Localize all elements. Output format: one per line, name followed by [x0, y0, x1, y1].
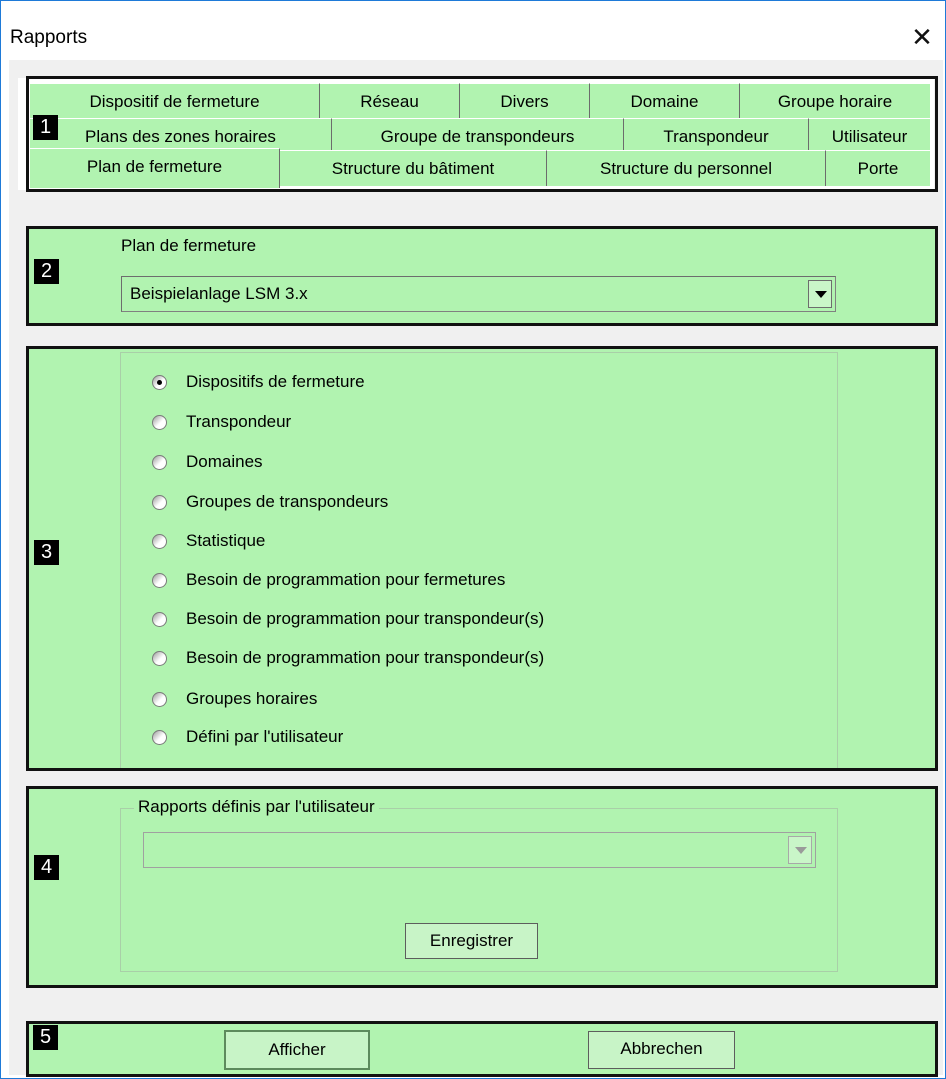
- callout-number-3: 3: [34, 540, 59, 565]
- callout-number-4: 4: [34, 855, 59, 880]
- callout-frame-1: [26, 76, 938, 192]
- radio-icon[interactable]: [152, 612, 167, 627]
- close-icon[interactable]: ✕: [899, 18, 945, 56]
- window-title: Rapports: [10, 27, 88, 48]
- radio-label: Domaines: [186, 452, 263, 471]
- chevron-down-icon[interactable]: [788, 836, 812, 864]
- radio-icon[interactable]: [152, 730, 167, 745]
- closing-plan-value: Beispielanlage LSM 3.x: [130, 284, 308, 303]
- radio-icon[interactable]: [152, 534, 167, 549]
- chevron-down-icon[interactable]: [808, 280, 832, 308]
- radio-label: Besoin de programmation pour transpondeu…: [186, 609, 545, 628]
- radio-selected-icon[interactable]: [152, 375, 167, 390]
- radio-label: Besoin de programmation pour transpondeu…: [186, 648, 545, 667]
- user-reports-select[interactable]: [143, 832, 816, 868]
- radio-icon[interactable]: [152, 573, 167, 588]
- show-button[interactable]: Afficher: [224, 1030, 370, 1070]
- radio-label: Statistique: [186, 531, 266, 550]
- radio-icon[interactable]: [152, 495, 167, 510]
- callout-number-5: 5: [33, 1025, 58, 1050]
- title-bar: Rapports ✕: [1, 1, 945, 61]
- radio-icon[interactable]: [152, 651, 167, 666]
- radio-label: Besoin de programmation pour fermetures: [186, 570, 506, 589]
- callout-frame-5: [26, 1021, 938, 1077]
- cancel-button[interactable]: Abbrechen: [588, 1031, 735, 1069]
- radio-label: Groupes horaires: [186, 689, 318, 708]
- callout-frame-3: [26, 346, 938, 771]
- radio-label: Transpondeur: [186, 412, 292, 431]
- closing-plan-label: Plan de fermeture: [121, 236, 257, 255]
- callout-number-1: 1: [33, 115, 58, 140]
- callout-number-2: 2: [34, 259, 59, 284]
- radio-icon[interactable]: [152, 455, 167, 470]
- radio-label: Défini par l'utilisateur: [186, 727, 344, 746]
- save-button[interactable]: Enregistrer: [405, 923, 538, 959]
- closing-plan-select[interactable]: Beispielanlage LSM 3.x: [121, 276, 836, 312]
- radio-label: Groupes de transpondeurs: [186, 492, 389, 511]
- radio-label: Dispositifs de fermeture: [186, 372, 365, 391]
- radio-icon[interactable]: [152, 692, 167, 707]
- radio-icon[interactable]: [152, 415, 167, 430]
